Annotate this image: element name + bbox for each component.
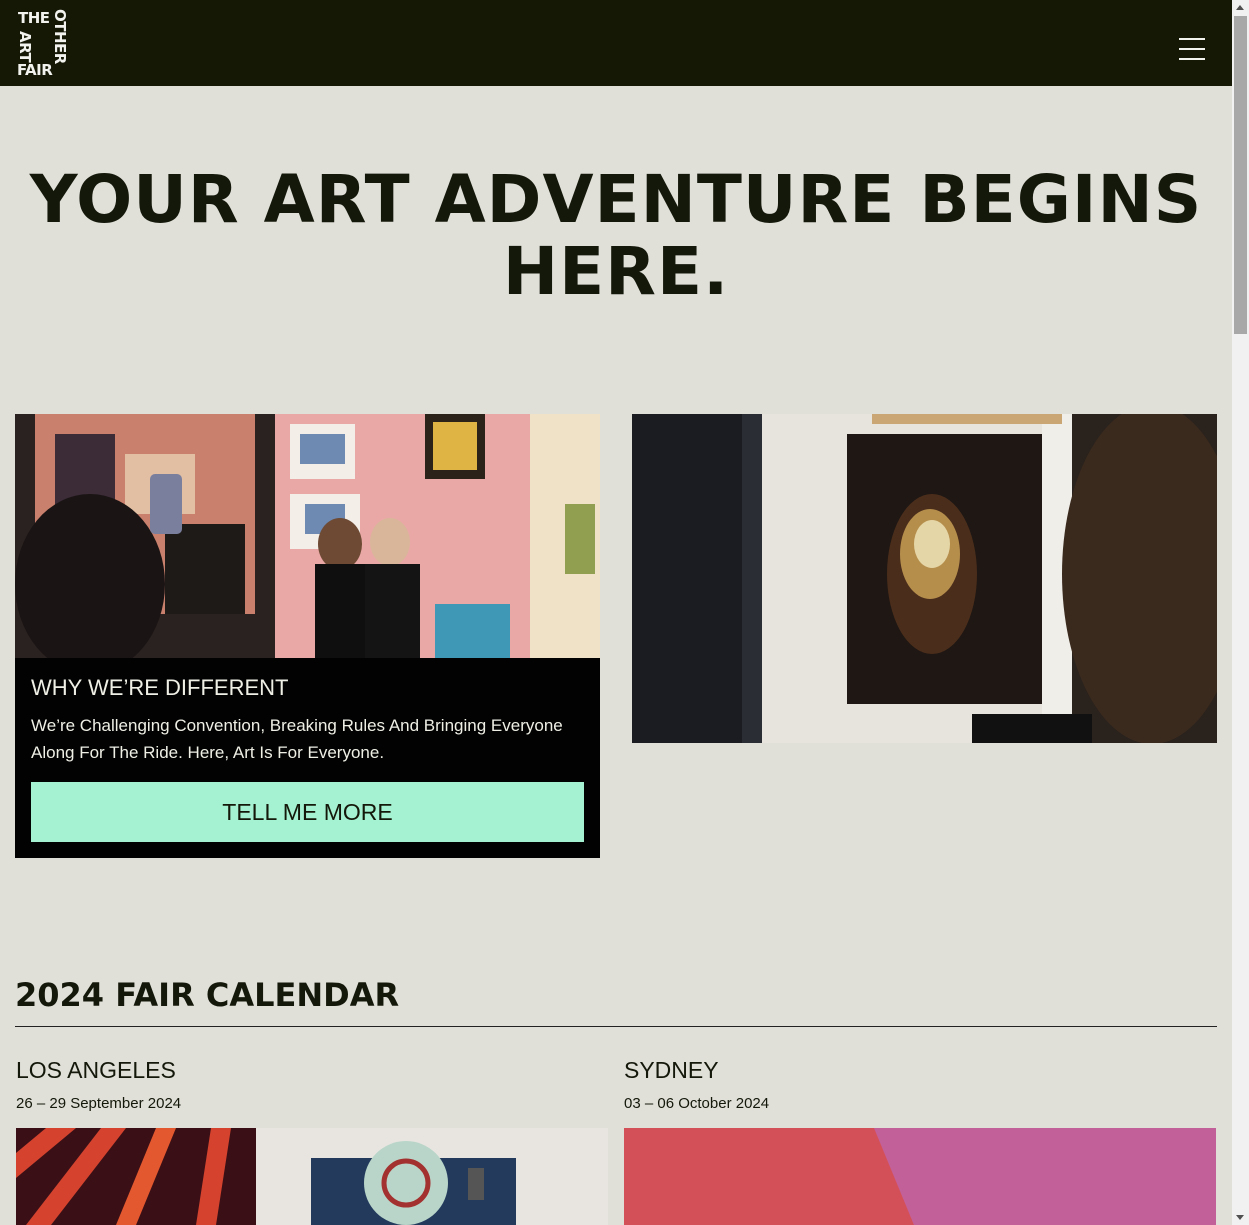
logo-word: FAIR — [17, 61, 53, 79]
scroll-down-icon[interactable] — [1236, 1215, 1244, 1220]
site-header: THE ART FAIR OTHER — [0, 0, 1232, 86]
divider — [15, 1026, 1217, 1027]
hero-title-line: HERE. — [502, 233, 730, 310]
hero-title-line: YOUR ART ADVENTURE BEGINS — [29, 161, 1203, 238]
logo-word: OTHER — [51, 9, 69, 64]
scroll-up-icon[interactable] — [1236, 5, 1244, 10]
logo-word: THE — [18, 9, 50, 27]
hamburger-menu-icon[interactable] — [1179, 38, 1205, 60]
feature-card: WHY WE’RE DIFFERENT We’re Challenging Co… — [15, 414, 600, 858]
event-image[interactable] — [16, 1128, 608, 1225]
tell-me-more-button[interactable]: TELL ME MORE — [31, 782, 584, 842]
scrollbar-thumb[interactable] — [1234, 16, 1247, 334]
gallery-visitors-photo — [15, 414, 600, 658]
event-city[interactable]: SYDNEY — [624, 1057, 719, 1084]
logo-word: ART — [16, 31, 34, 63]
site-logo[interactable]: THE ART FAIR OTHER — [16, 7, 71, 79]
event-image[interactable] — [624, 1128, 1216, 1225]
event-dates: 26 – 29 September 2024 — [16, 1095, 182, 1112]
event-dates: 03 – 06 October 2024 — [624, 1095, 770, 1112]
hero-title: YOUR ART ADVENTURE BEGINS HERE. — [0, 164, 1232, 308]
page-scrollbar[interactable] — [1232, 0, 1249, 1225]
calendar-title: 2024 FAIR CALENDAR — [15, 976, 400, 1014]
card-description: We’re Challenging Convention, Breaking R… — [31, 716, 563, 762]
event-city[interactable]: LOS ANGELES — [16, 1057, 176, 1084]
card-title: WHY WE’RE DIFFERENT — [31, 675, 289, 700]
artwork-photo — [632, 414, 1217, 743]
